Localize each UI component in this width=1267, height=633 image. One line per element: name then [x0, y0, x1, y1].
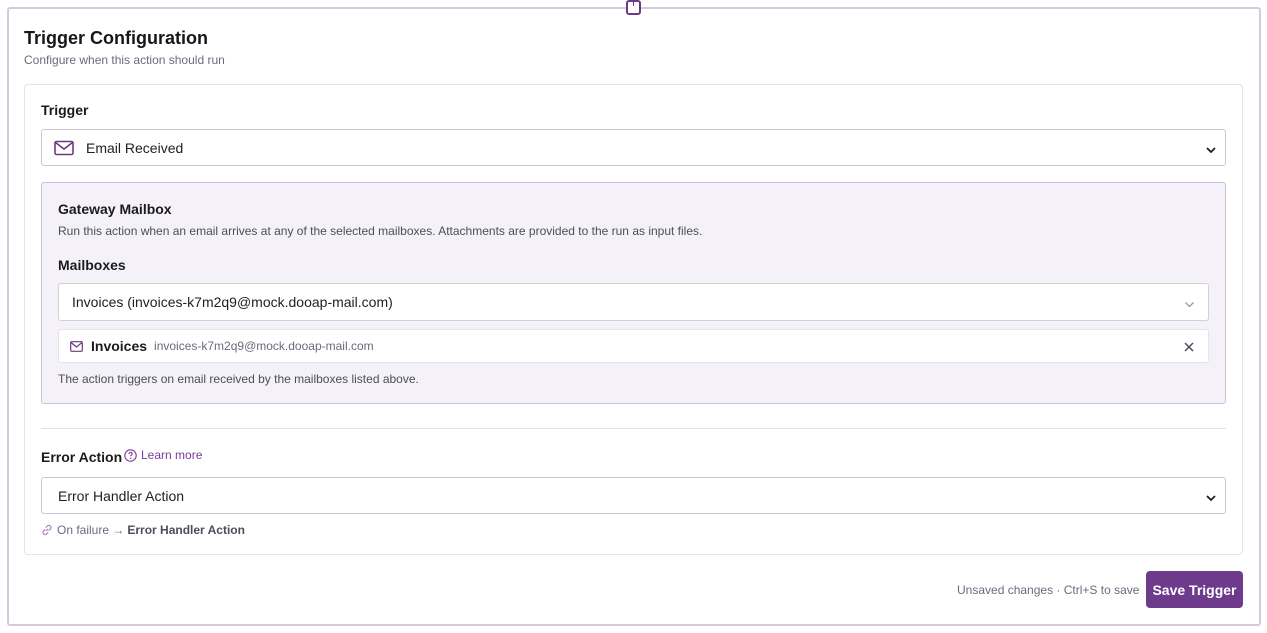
- mailbox-select[interactable]: Invoices (invoices-k7m2q9@mock.dooap-mai…: [58, 283, 1209, 321]
- trigger-select[interactable]: Email Received: [41, 129, 1226, 166]
- chevron-down-icon: [1206, 490, 1216, 502]
- mail-icon: [54, 140, 74, 156]
- gateway-description: Run this action when an email arrives at…: [58, 224, 703, 238]
- chip-mailbox-email: invoices-k7m2q9@mock.dooap-mail.com: [154, 339, 374, 353]
- chevron-down-icon: [1184, 297, 1195, 308]
- gateway-note: The action triggers on email received by…: [58, 372, 419, 386]
- mail-icon: [70, 340, 83, 352]
- section-divider: [41, 428, 1226, 429]
- trigger-label: Trigger: [41, 102, 89, 118]
- save-trigger-button[interactable]: Save Trigger: [1146, 571, 1243, 608]
- link-icon: [41, 524, 57, 536]
- gateway-mailbox-panel: Gateway Mailbox Run this action when an …: [41, 182, 1226, 404]
- learn-more-label: Learn more: [141, 448, 203, 462]
- failure-routing-note: On failure → Error Handler Action: [41, 523, 245, 537]
- page-subtitle: Configure when this action should run: [24, 53, 225, 67]
- mailbox-selected-value: Invoices (invoices-k7m2q9@mock.dooap-mai…: [72, 294, 393, 310]
- error-action-selected-value: Error Handler Action: [58, 488, 185, 504]
- unsaved-changes-text: Unsaved changes · Ctrl+S to save: [957, 583, 1140, 597]
- page-title: Trigger Configuration: [24, 28, 208, 48]
- error-action-select[interactable]: Error Handler Action: [41, 477, 1226, 514]
- error-action-label: Error Action: [41, 449, 123, 465]
- failure-prefix: On failure →: [57, 523, 125, 537]
- mailbox-chip: Invoices invoices-k7m2q9@mock.dooap-mail…: [58, 329, 1209, 363]
- failure-target: Error Handler Action: [127, 523, 245, 537]
- trigger-selected-value: Email Received: [86, 140, 184, 156]
- connector-handle[interactable]: [626, 0, 641, 15]
- chip-mailbox-name: Invoices: [91, 338, 148, 354]
- help-circle-icon: [124, 448, 141, 462]
- gateway-title: Gateway Mailbox: [58, 201, 172, 217]
- mailboxes-label: Mailboxes: [58, 257, 126, 273]
- learn-more-link[interactable]: Learn more: [124, 448, 202, 462]
- close-icon[interactable]: [1183, 340, 1195, 352]
- chevron-down-icon: [1206, 142, 1216, 154]
